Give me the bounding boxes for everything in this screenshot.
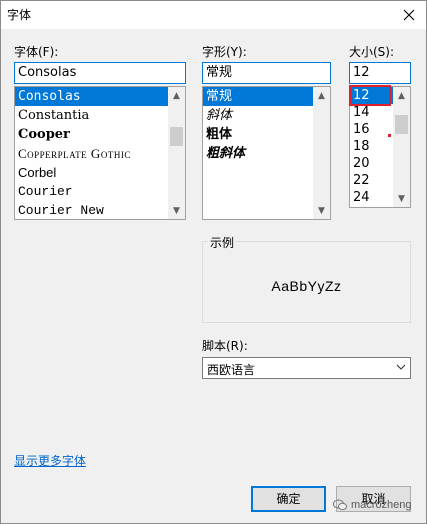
style-list-item[interactable]: 粗斜体 xyxy=(203,144,313,163)
script-select[interactable]: 西欧语言 xyxy=(202,357,411,379)
show-more-fonts-link[interactable]: 显示更多字体 xyxy=(14,452,86,469)
font-list-item[interactable]: Courier xyxy=(15,182,168,201)
close-button[interactable] xyxy=(392,1,426,29)
sample-preview-text: AaBbYyZz xyxy=(271,278,342,294)
size-list[interactable]: 12 14 16 18 20 22 24 ▲ ▼ xyxy=(349,86,411,208)
sample-caption: 示例 xyxy=(208,234,237,251)
font-list-item[interactable]: Cooper xyxy=(15,125,168,144)
scroll-down-icon[interactable]: ▼ xyxy=(393,190,410,207)
size-input[interactable]: 12 xyxy=(349,62,411,84)
watermark-text: macrozheng xyxy=(351,499,412,511)
size-list-item[interactable]: 14 xyxy=(350,104,393,121)
scroll-down-icon[interactable]: ▼ xyxy=(168,202,185,219)
style-label: 字形(Y): xyxy=(202,45,247,59)
size-list-item[interactable]: 20 xyxy=(350,155,393,172)
title-bar: 字体 xyxy=(1,1,426,29)
font-dialog: 字体 字体(F): Consolas Consolas Constantia C… xyxy=(0,0,427,524)
script-select-value: 西欧语言 xyxy=(207,363,256,377)
scroll-down-icon[interactable]: ▼ xyxy=(313,202,330,219)
font-list-item[interactable]: Courier New xyxy=(15,201,168,219)
scroll-up-icon[interactable]: ▲ xyxy=(313,87,330,104)
size-list-item[interactable]: 18 xyxy=(350,138,393,155)
wechat-icon xyxy=(333,499,347,511)
scroll-thumb[interactable] xyxy=(395,115,408,134)
scroll-thumb[interactable] xyxy=(170,127,183,146)
font-list-item[interactable]: Corbel xyxy=(15,163,168,182)
style-list[interactable]: 常规 斜体 粗体 粗斜体 ▲ ▼ xyxy=(202,86,331,220)
font-list-item[interactable]: Constantia xyxy=(15,106,168,125)
font-name-input[interactable]: Consolas xyxy=(14,62,186,84)
style-input[interactable]: 常规 xyxy=(202,62,331,84)
chevron-down-icon xyxy=(396,364,406,370)
style-list-item[interactable]: 常规 xyxy=(203,87,313,106)
font-list[interactable]: Consolas Constantia Cooper Copperplate G… xyxy=(14,86,186,220)
size-list-item[interactable]: 16 xyxy=(350,121,393,138)
font-list-item[interactable]: Consolas xyxy=(15,87,168,106)
highlight-mark xyxy=(388,134,391,137)
size-label: 大小(S): xyxy=(349,45,395,59)
size-list-item[interactable]: 24 xyxy=(350,189,393,206)
font-label: 字体(F): xyxy=(14,45,59,59)
style-list-item[interactable]: 斜体 xyxy=(203,106,313,125)
ok-button[interactable]: 确定 xyxy=(251,486,326,512)
font-list-scrollbar[interactable]: ▲ ▼ xyxy=(168,87,185,219)
style-list-scrollbar[interactable]: ▲ ▼ xyxy=(313,87,330,219)
size-list-item[interactable]: 22 xyxy=(350,172,393,189)
size-list-scrollbar[interactable]: ▲ ▼ xyxy=(393,87,410,207)
close-icon xyxy=(403,9,415,21)
size-list-item[interactable]: 12 xyxy=(350,87,393,104)
font-list-item[interactable]: Copperplate Gothic xyxy=(15,144,168,163)
watermark: macrozheng xyxy=(333,499,412,511)
dialog-title: 字体 xyxy=(7,8,32,22)
style-list-item[interactable]: 粗体 xyxy=(203,125,313,144)
scroll-up-icon[interactable]: ▲ xyxy=(393,87,410,104)
scroll-up-icon[interactable]: ▲ xyxy=(168,87,185,104)
script-label: 脚本(R): xyxy=(202,339,248,353)
